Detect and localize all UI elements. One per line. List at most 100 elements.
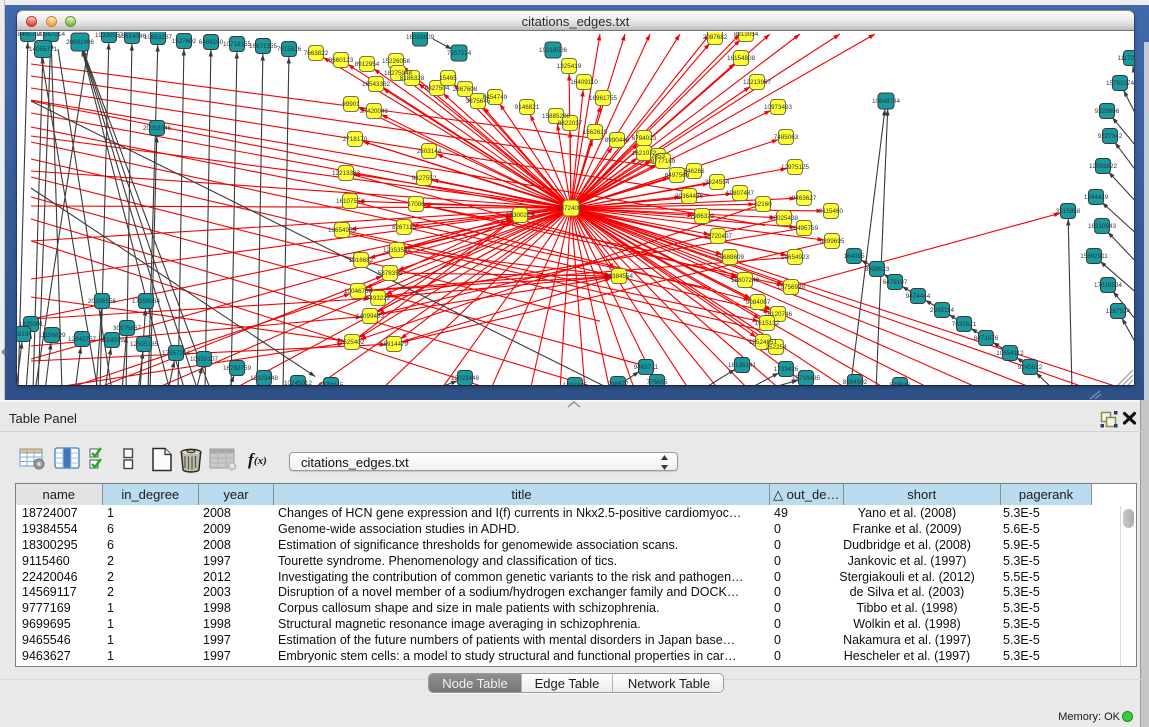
svg-text:1325419: 1325419 [557, 63, 582, 70]
svg-text:17016534: 17016534 [1094, 282, 1123, 289]
svg-text:9227342: 9227342 [1098, 133, 1123, 140]
svg-text:6479197: 6479197 [883, 279, 908, 286]
svg-text:1733426: 1733426 [774, 366, 799, 373]
svg-text:10973493: 10973493 [764, 104, 793, 111]
svg-text:6899695: 6899695 [820, 238, 845, 245]
svg-text:17359934: 17359934 [132, 298, 161, 305]
svg-text:15716485: 15716485 [792, 375, 821, 382]
svg-text:8979045: 8979045 [319, 382, 344, 385]
svg-text:1562615: 1562615 [583, 129, 608, 136]
svg-text:10245012: 10245012 [284, 380, 313, 385]
svg-text:20364436: 20364436 [675, 193, 704, 200]
svg-text:164095: 164095 [843, 253, 865, 260]
svg-text:8594502: 8594502 [843, 379, 868, 385]
svg-text:10807487: 10807487 [726, 190, 755, 197]
svg-text:27420046: 27420046 [360, 108, 389, 115]
svg-text:3824554: 3824554 [705, 179, 730, 186]
svg-text:1615132: 1615132 [755, 320, 780, 327]
svg-text:16961755: 16961755 [589, 95, 618, 102]
svg-text:10046766: 10046766 [344, 288, 373, 295]
svg-text:15720407: 15720407 [704, 233, 733, 240]
svg-text:10688609: 10688609 [716, 254, 745, 261]
svg-text:8322037: 8322037 [558, 120, 583, 127]
svg-text:15465: 15465 [439, 75, 457, 82]
svg-text:19384554: 19384554 [605, 273, 634, 280]
svg-text:2087682: 2087682 [703, 34, 728, 41]
svg-text:746266: 746266 [683, 168, 705, 175]
svg-text:7986322: 7986322 [690, 213, 715, 220]
svg-text:19654955: 19654955 [328, 227, 357, 234]
svg-text:7663822: 7663822 [304, 50, 329, 57]
svg-text:10719155: 10719155 [223, 41, 252, 48]
svg-text:2935114: 2935114 [930, 307, 955, 314]
svg-text:(x): (x) [254, 455, 267, 467]
svg-text:2803144: 2803144 [417, 148, 442, 155]
svg-text:10654112: 10654112 [996, 350, 1024, 357]
svg-text:9427552: 9427552 [412, 175, 437, 182]
svg-text:1527602: 1527602 [172, 38, 197, 45]
svg-text:776655: 776655 [646, 379, 668, 385]
svg-text:20053346: 20053346 [143, 125, 172, 132]
svg-text:10025438: 10025438 [770, 215, 799, 222]
svg-text:16120746: 16120746 [764, 311, 793, 318]
svg-text:15226058: 15226058 [382, 58, 411, 65]
svg-text:8660123: 8660123 [329, 57, 354, 64]
svg-text:8267110: 8267110 [392, 224, 417, 231]
svg-text:7625402: 7625402 [340, 339, 365, 346]
svg-text:7632621: 7632621 [952, 321, 977, 328]
svg-text:9465771: 9465771 [634, 364, 659, 371]
svg-text:16033809: 16033809 [406, 34, 435, 41]
svg-text:12093822: 12093822 [1089, 163, 1118, 170]
svg-text:998877: 998877 [607, 381, 629, 385]
svg-text:16154808: 16154808 [727, 55, 756, 62]
svg-text:11172834: 11172834 [1117, 55, 1134, 62]
svg-text:10648784: 10648784 [872, 98, 901, 105]
svg-text:10958107: 10958107 [190, 356, 219, 363]
svg-text:39134: 39134 [17, 331, 32, 338]
svg-text:16543362: 16543362 [362, 81, 391, 88]
svg-text:9777169: 9777169 [651, 158, 676, 165]
svg-text:16782759: 16782759 [223, 365, 252, 372]
svg-text:1114519: 1114519 [100, 337, 124, 344]
svg-text:15885208: 15885208 [542, 113, 571, 120]
svg-text:9115460: 9115460 [819, 208, 844, 215]
svg-text:12213383: 12213383 [332, 170, 361, 177]
svg-text:12213967: 12213967 [743, 79, 772, 86]
svg-text:8471676: 8471676 [974, 335, 999, 342]
svg-text:879648: 879648 [889, 382, 911, 385]
svg-text:8990448: 8990448 [605, 137, 630, 144]
svg-text:15300215: 15300215 [506, 212, 535, 219]
svg-text:7485063: 7485063 [774, 134, 799, 141]
svg-text:17006: 17006 [407, 201, 425, 208]
svg-text:16210643: 16210643 [1088, 223, 1117, 230]
svg-text:9327504: 9327504 [425, 85, 450, 92]
svg-text:7357224: 7357224 [447, 50, 472, 57]
svg-text:20557214: 20557214 [37, 32, 66, 38]
svg-text:5878352: 5878352 [378, 270, 403, 277]
svg-text:19756928: 19756928 [777, 284, 806, 291]
svg-text:1916682: 1916682 [349, 257, 374, 264]
svg-text:20206556: 20206556 [88, 298, 117, 305]
svg-text:1244419: 1244419 [1084, 194, 1109, 201]
svg-text:1835001: 1835001 [19, 321, 44, 328]
svg-text:62160: 62160 [754, 201, 772, 208]
svg-text:6794023: 6794023 [632, 135, 657, 142]
svg-text:2867608: 2867608 [453, 86, 478, 93]
svg-text:15692911: 15692911 [1080, 253, 1108, 260]
svg-text:9084067: 9084067 [746, 299, 771, 306]
svg-text:1292345: 1292345 [563, 382, 588, 385]
svg-text:17957253: 17957253 [162, 350, 191, 357]
svg-text:12353594: 12353594 [383, 247, 412, 254]
svg-text:8938923: 8938923 [865, 266, 890, 273]
svg-text:11156829: 11156829 [38, 332, 66, 339]
svg-text:6466160: 6466160 [199, 39, 224, 46]
svg-text:8912954: 8912954 [355, 61, 380, 68]
svg-text:16914479: 16914479 [380, 341, 409, 348]
svg-text:252254: 252254 [765, 344, 787, 351]
svg-text:1267534: 1267534 [1106, 308, 1131, 315]
svg-text:3215958: 3215958 [1056, 208, 1081, 215]
svg-text:12323448: 12323448 [250, 375, 279, 382]
svg-text:13023448: 13023448 [451, 375, 480, 382]
svg-text:20691406: 20691406 [66, 39, 95, 46]
svg-text:18807249: 18807249 [731, 277, 760, 284]
